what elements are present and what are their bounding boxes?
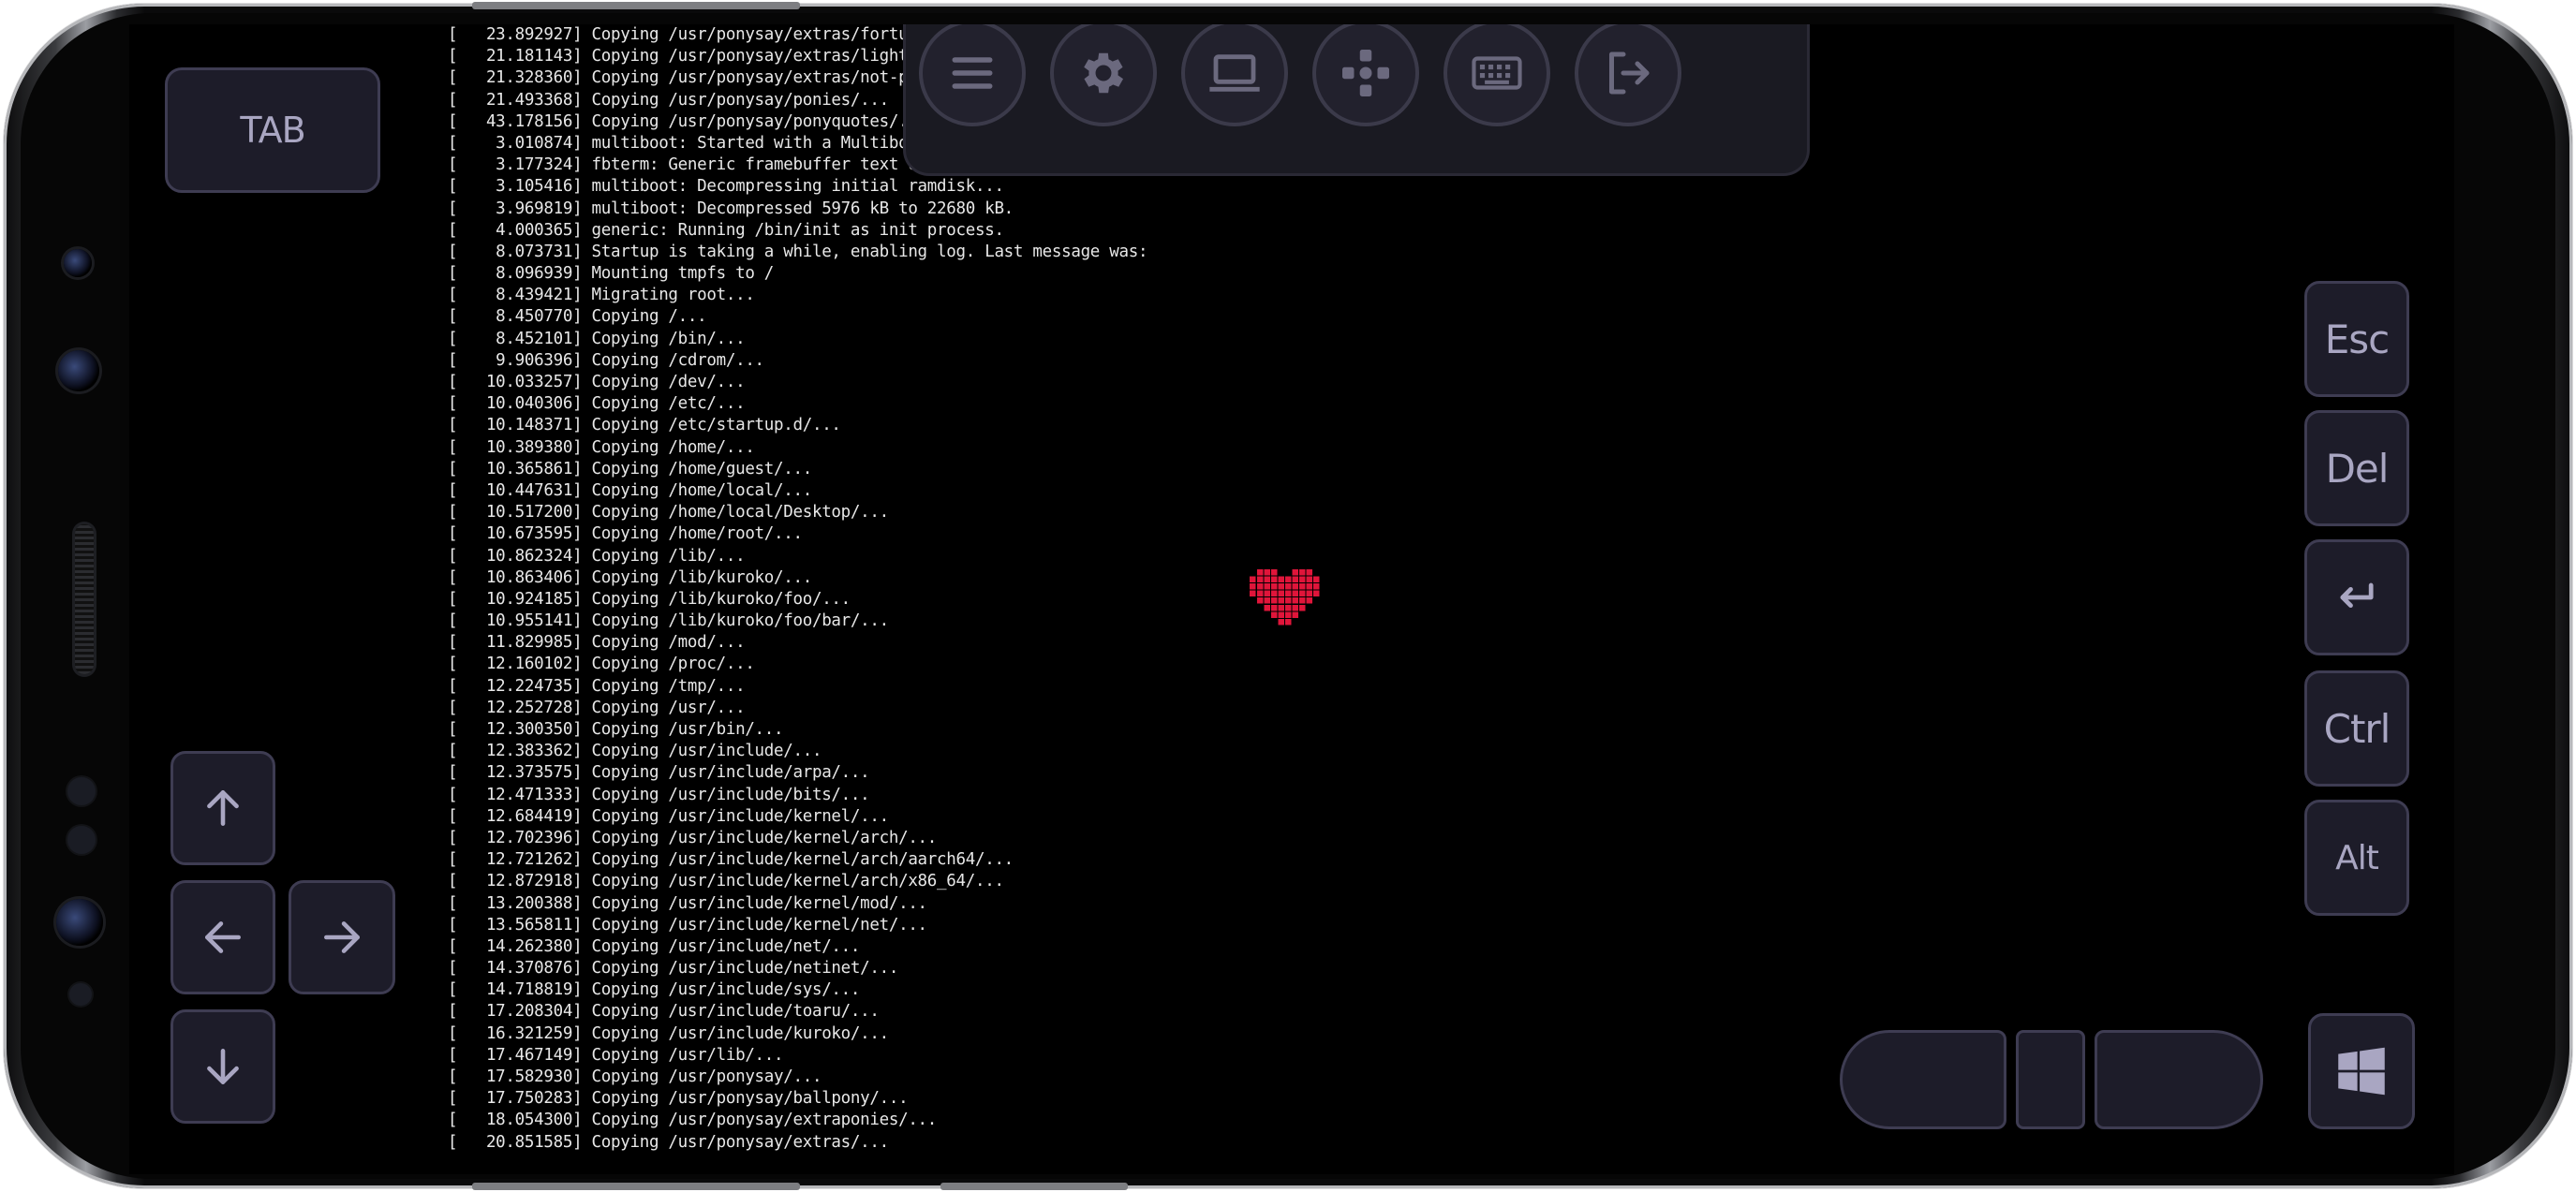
phone-frame: [ 23.892927] Copying /usr/ponysay/extras… [4, 2, 2572, 1190]
menu-button[interactable] [919, 24, 1026, 126]
terminal-line: [ 8.450770] Copying /... [448, 307, 707, 327]
front-camera-icon [58, 350, 99, 391]
laptop-icon [1209, 54, 1260, 92]
tab-key-label: TAB [240, 110, 305, 151]
del-key[interactable]: Del [2304, 410, 2409, 526]
terminal-line: [ 10.863406] Copying /lib/kuroko/... [448, 567, 812, 587]
terminal-line: [ 17.750283] Copying /usr/ponysay/ballpo… [448, 1089, 909, 1109]
terminal-line: [ 10.447631] Copying /home/local/... [448, 480, 812, 500]
earpiece-speaker [75, 524, 94, 674]
arrow-up-key[interactable] [170, 751, 275, 865]
terminal-line: [ 12.252728] Copying /usr/... [448, 698, 746, 717]
tab-key[interactable]: TAB [165, 67, 380, 193]
terminal-line: [ 8.073731] Startup is taking a while, e… [448, 242, 1148, 261]
iris-scanner-icon [56, 899, 103, 946]
keyboard-icon [1472, 56, 1522, 90]
terminal-line: [ 10.862324] Copying /lib/... [448, 546, 746, 566]
side-button [472, 1183, 800, 1190]
terminal-line: [ 10.955141] Copying /lib/kuroko/foo/bar… [448, 611, 889, 631]
sensor-icon [67, 777, 96, 805]
terminal-line: [ 12.471333] Copying /usr/include/bits/.… [448, 785, 870, 804]
sensor-icon [67, 826, 96, 854]
terminal-line: [ 10.040306] Copying /etc/... [448, 394, 746, 414]
side-button [472, 2, 800, 9]
side-button [940, 1183, 1128, 1190]
terminal-line: [ 17.582930] Copying /usr/ponysay/... [448, 1067, 822, 1086]
terminal-output: [ 23.892927] Copying /usr/ponysay/extras… [448, 24, 1759, 1174]
terminal-line: [ 17.208304] Copying /usr/include/toaru/… [448, 1002, 880, 1022]
ctrl-key[interactable]: Ctrl [2304, 670, 2409, 787]
terminal-line: [ 14.370876] Copying /usr/include/netine… [448, 959, 899, 979]
terminal-line: [ 12.373575] Copying /usr/include/arpa/.… [448, 763, 870, 783]
del-key-label: Del [2325, 445, 2390, 492]
terminal-line: [ 13.200388] Copying /usr/include/kernel… [448, 893, 927, 913]
alt-key-label: Alt [2335, 838, 2379, 877]
sensor-icon [69, 983, 92, 1006]
terminal-line: [ 10.673595] Copying /home/root/... [448, 524, 803, 544]
keyboard-button[interactable] [1443, 24, 1550, 126]
terminal-line: [ 3.969819] multiboot: Decompressed 5976… [448, 199, 1014, 218]
arrow-right-key[interactable] [289, 880, 395, 994]
sensor-icon [64, 249, 92, 277]
terminal-line: [ 13.565811] Copying /usr/include/kernel… [448, 915, 927, 934]
terminal-line: [ 12.702396] Copying /usr/include/kernel… [448, 828, 938, 847]
gamepad-button[interactable] [1312, 24, 1419, 126]
terminal-line: [ 12.300350] Copying /usr/bin/... [448, 720, 784, 739]
windows-icon [2338, 1047, 2385, 1096]
laptop-button[interactable] [1181, 24, 1288, 126]
terminal-line: [ 16.321259] Copying /usr/include/kuroko… [448, 1023, 889, 1043]
terminal-line: [ 12.872918] Copying /usr/include/kernel… [448, 872, 1004, 891]
windows-key[interactable] [2308, 1013, 2415, 1129]
exit-button[interactable] [1575, 24, 1681, 126]
terminal-line: [ 20.851585] Copying /usr/ponysay/extras… [448, 1132, 889, 1152]
terminal-line: [ 10.517200] Copying /home/local/Desktop… [448, 503, 889, 522]
terminal-line: [ 8.439421] Migrating root... [448, 286, 755, 305]
enter-icon [2340, 582, 2374, 609]
terminal-line: [ 8.096939] Mounting tmpfs to / [448, 264, 775, 284]
ctrl-key-label: Ctrl [2323, 705, 2391, 752]
terminal-line: [ 8.452101] Copying /bin/... [448, 329, 746, 348]
enter-key[interactable] [2304, 539, 2409, 655]
touchpad-left-button[interactable] [1840, 1030, 2006, 1129]
settings-button[interactable] [1050, 24, 1157, 126]
terminal-line: [ 12.224735] Copying /tmp/... [448, 676, 746, 696]
top-toolbar [903, 24, 1810, 176]
terminal-line: [ 3.105416] multiboot: Decompressing ini… [448, 177, 1004, 197]
terminal-line: [ 11.829985] Copying /mod/... [448, 633, 746, 653]
alt-key[interactable]: Alt [2304, 800, 2409, 916]
terminal-line: [ 10.389380] Copying /home/... [448, 437, 755, 457]
arrow-right-icon [324, 921, 360, 953]
menu-icon [952, 57, 993, 89]
terminal-line: [ 17.467149] Copying /usr/lib/... [448, 1045, 784, 1065]
terminal-line: [ 10.924185] Copying /lib/kuroko/foo/... [448, 589, 851, 609]
esc-key-label: Esc [2324, 316, 2391, 362]
terminal-line: [ 14.262380] Copying /usr/include/net/..… [448, 936, 861, 956]
terminal-line: [ 10.148371] Copying /etc/startup.d/... [448, 416, 841, 435]
arrow-up-icon [207, 790, 239, 826]
terminal-line: [ 12.684419] Copying /usr/include/kernel… [448, 806, 889, 826]
arrow-down-key[interactable] [170, 1009, 275, 1124]
arrow-down-icon [207, 1049, 239, 1084]
terminal-line: [ 18.054300] Copying /usr/ponysay/extrap… [448, 1111, 938, 1130]
terminal-line: [ 9.906396] Copying /cdrom/... [448, 350, 764, 370]
terminal-line: [ 12.721262] Copying /usr/include/kernel… [448, 850, 1014, 870]
screen: [ 23.892927] Copying /usr/ponysay/extras… [129, 24, 2454, 1174]
touchpad-right-button[interactable] [2095, 1030, 2263, 1129]
terminal-line: [ 14.718819] Copying /usr/include/sys/..… [448, 980, 861, 1000]
arrow-left-key[interactable] [170, 880, 275, 994]
terminal-line: [ 10.033257] Copying /dev/... [448, 373, 746, 391]
terminal-line: [ 4.000365] generic: Running /bin/init a… [448, 220, 1004, 240]
terminal-line: [ 12.383362] Copying /usr/include/... [448, 742, 822, 761]
arrow-left-icon [205, 921, 241, 953]
exit-icon [1609, 52, 1650, 95]
gear-icon [1084, 52, 1124, 94]
terminal-line: [ 12.160102] Copying /proc/... [448, 655, 755, 674]
terminal-line: [ 10.365861] Copying /home/guest/... [448, 459, 812, 478]
gamepad-icon [1342, 50, 1389, 96]
touchpad-middle-button[interactable] [2016, 1030, 2085, 1129]
heart-icon [1250, 569, 1320, 625]
esc-key[interactable]: Esc [2304, 281, 2409, 397]
